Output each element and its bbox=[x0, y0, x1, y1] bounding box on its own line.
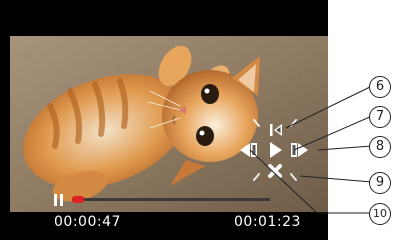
callout-8: 8 bbox=[369, 136, 391, 158]
callout-leader-lines bbox=[249, 85, 373, 214]
callout-6: 6 bbox=[369, 76, 391, 98]
callout-7: 7 bbox=[369, 106, 391, 128]
callout-10: 10 bbox=[369, 203, 391, 225]
callout-9: 9 bbox=[369, 172, 391, 194]
